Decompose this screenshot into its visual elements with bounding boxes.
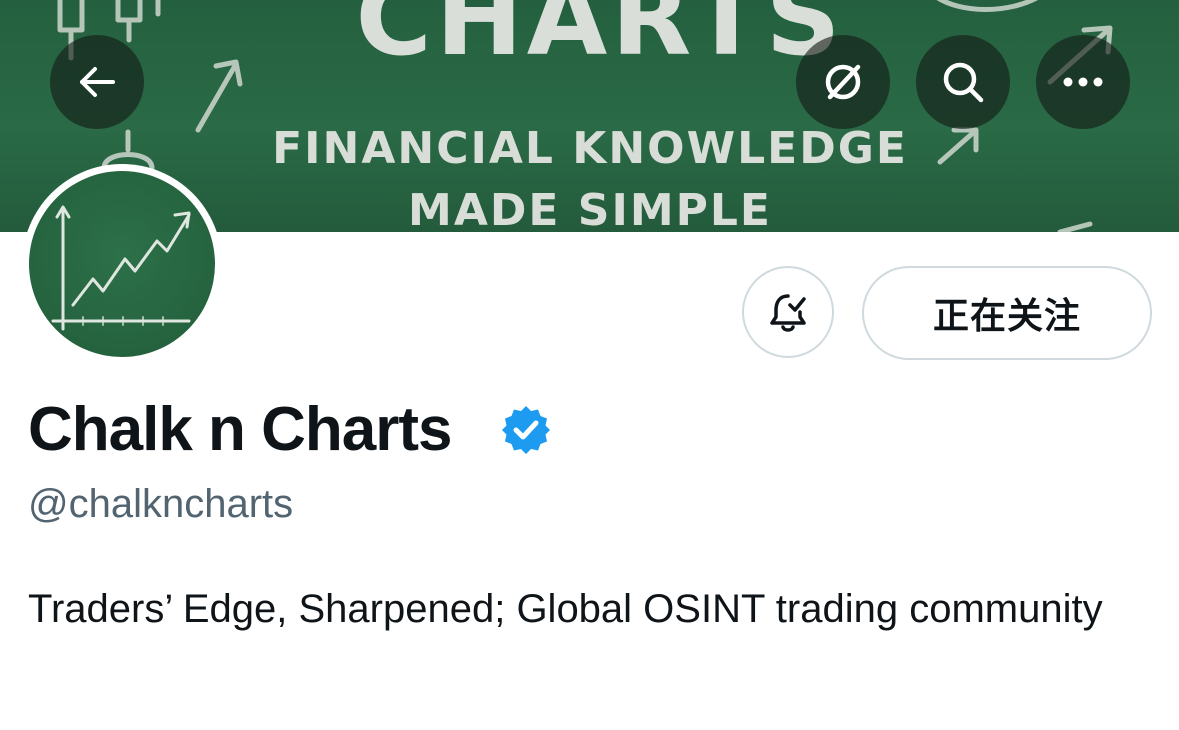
handle: @chalkncharts	[28, 482, 294, 526]
search-button[interactable]	[916, 35, 1010, 129]
more-horizontal-icon	[1063, 77, 1103, 87]
back-button[interactable]	[50, 35, 144, 129]
avatar[interactable]	[22, 164, 222, 364]
verified-badge-icon	[502, 406, 550, 454]
profile-page: CHARTS FINANCIAL KNOWLEDGE MADE SIMPLE 正…	[0, 0, 1179, 730]
banner-subtitle: FINANCIAL KNOWLEDGE MADE SIMPLE	[240, 118, 940, 232]
bell-check-icon	[770, 294, 806, 332]
slashed-circle-icon	[825, 64, 861, 100]
chart-up-icon	[51, 205, 191, 331]
arrow-left-icon	[80, 67, 115, 97]
translate-button[interactable]	[796, 35, 890, 129]
more-button[interactable]	[1036, 35, 1130, 129]
search-icon	[943, 62, 984, 103]
banner-subtitle-line2: MADE SIMPLE	[408, 184, 772, 232]
bio: Traders’ Edge, Sharpened; Global OSINT t…	[28, 587, 1103, 631]
following-button[interactable]: 正在关注	[862, 266, 1152, 360]
avatar-image	[29, 171, 215, 357]
display-name: Chalk n Charts	[28, 395, 453, 464]
banner-title: CHARTS	[355, 0, 845, 79]
notifications-button[interactable]	[742, 266, 834, 358]
